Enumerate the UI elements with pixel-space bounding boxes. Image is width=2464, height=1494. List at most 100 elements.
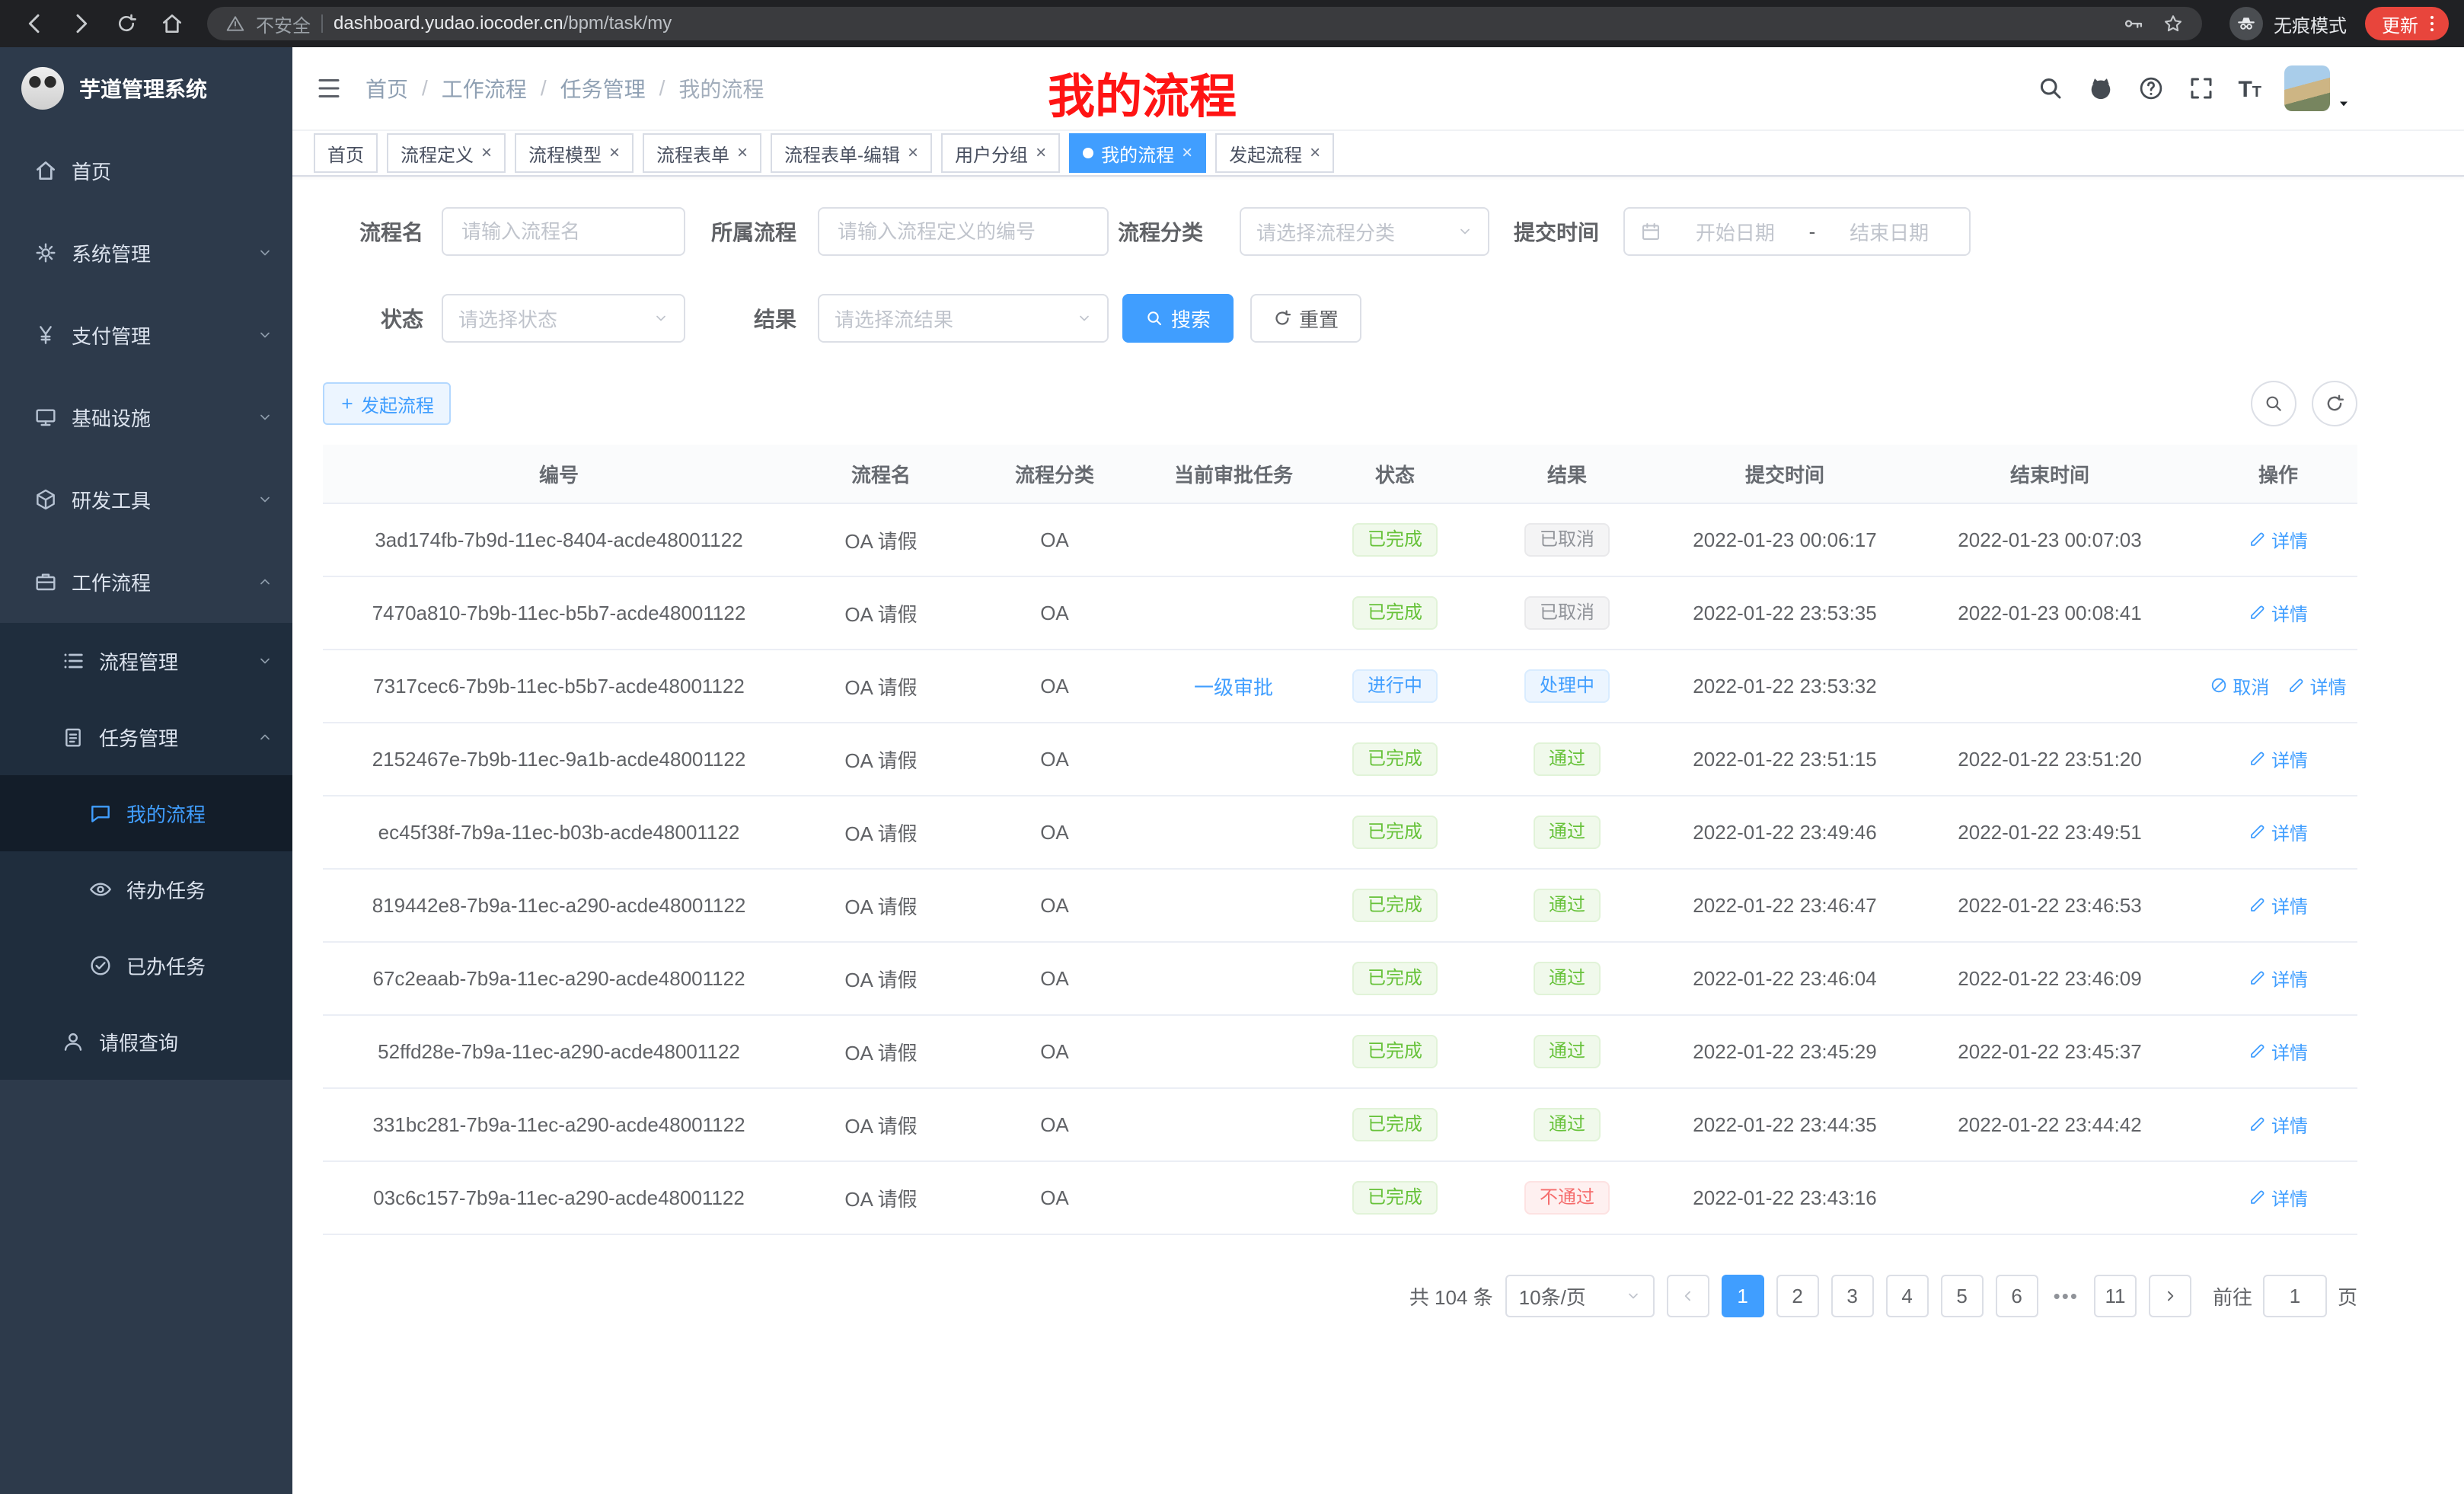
sidebar-item-process-management[interactable]: 流程管理 [0, 623, 292, 699]
fullscreen-icon[interactable] [2188, 75, 2215, 102]
goto-page-input[interactable] [2263, 1275, 2327, 1317]
detail-link[interactable]: 详情 [2249, 1111, 2308, 1138]
cell-category: OA [967, 1161, 1142, 1234]
page-button-4[interactable]: 4 [1886, 1275, 1929, 1317]
start-process-button[interactable]: 发起流程 [323, 382, 451, 425]
sidebar-toggle[interactable] [292, 75, 365, 102]
tab-process-definition[interactable]: 流程定义× [387, 133, 506, 173]
app-logo[interactable]: 芋道管理系统 [0, 47, 292, 129]
close-icon[interactable]: × [737, 144, 748, 162]
detail-link[interactable]: 详情 [2249, 526, 2308, 553]
submit-time-range-picker[interactable]: 开始日期 - 结束日期 [1623, 207, 1971, 256]
breadcrumb-item[interactable]: 工作流程 [442, 73, 560, 104]
page-button-1[interactable]: 1 [1722, 1275, 1764, 1317]
close-icon[interactable]: × [908, 144, 918, 162]
detail-link[interactable]: 详情 [2287, 672, 2347, 699]
status-select[interactable]: 请选择状态 [442, 294, 685, 343]
font-size-icon[interactable]: TT [2238, 76, 2261, 101]
more-pages-icon[interactable]: ••• [2051, 1285, 2082, 1308]
cell-task: 一级审批 [1142, 650, 1325, 723]
process-name-input[interactable] [442, 207, 685, 256]
process-def-input[interactable] [818, 207, 1109, 256]
close-icon[interactable]: × [1036, 144, 1046, 162]
browser-forward-button[interactable] [61, 4, 101, 43]
github-icon[interactable] [2087, 75, 2115, 102]
page-button-11[interactable]: 11 [2094, 1275, 2137, 1317]
detail-link[interactable]: 详情 [2249, 1038, 2308, 1065]
detail-link[interactable]: 详情 [2249, 599, 2308, 626]
page-button-3[interactable]: 3 [1831, 1275, 1874, 1317]
table-row: 819442e8-7b9a-11ec-a290-acde48001122 OA … [323, 869, 2357, 942]
sidebar-item-task-management[interactable]: 任务管理 [0, 699, 292, 775]
cell-id: 3ad174fb-7b9d-11ec-8404-acde48001122 [323, 503, 795, 576]
detail-link[interactable]: 详情 [2249, 1184, 2308, 1211]
help-icon[interactable] [2137, 75, 2165, 102]
tab-process-form-edit[interactable]: 流程表单-编辑× [771, 133, 932, 173]
refresh-table-button[interactable] [2312, 381, 2357, 426]
sidebar-item-workflow[interactable]: 工作流程 [0, 541, 292, 623]
page-button-2[interactable]: 2 [1776, 1275, 1819, 1317]
sidebar-item-system[interactable]: 系统管理 [0, 212, 292, 294]
cell-name: OA 请假 [795, 1015, 967, 1088]
page-button-5[interactable]: 5 [1941, 1275, 1984, 1317]
detail-link[interactable]: 详情 [2249, 965, 2308, 991]
table-row: 03c6c157-7b9a-11ec-a290-acde48001122 OA … [323, 1161, 2357, 1234]
close-icon[interactable]: × [1182, 144, 1192, 162]
tab-process-form[interactable]: 流程表单× [643, 133, 761, 173]
current-task-link[interactable]: 一级审批 [1194, 672, 1273, 701]
browser-update-menu-button[interactable]: 更新 [2365, 7, 2449, 40]
sidebar-item-leave-query[interactable]: 请假查询 [0, 1004, 292, 1080]
edit-icon [2249, 895, 2267, 914]
address-bar[interactable]: 不安全 dashboard.yudao.iocoder.cn/bpm/task/… [207, 7, 2202, 40]
monitor-icon [34, 405, 58, 429]
detail-link[interactable]: 详情 [2249, 745, 2308, 772]
bookmark-star-icon[interactable] [2162, 13, 2184, 34]
chat-icon [88, 801, 113, 825]
browser-back-button[interactable] [15, 4, 55, 43]
cell-id: ec45f38f-7b9a-11ec-b03b-acde48001122 [323, 796, 795, 869]
edit-icon [2249, 530, 2267, 548]
tab-my-process[interactable]: 我的流程× [1069, 133, 1206, 173]
incognito-label: 无痕模式 [2274, 11, 2347, 37]
show-search-button[interactable] [2251, 381, 2296, 426]
chevron-down-icon [1626, 1288, 1641, 1304]
user-menu[interactable] [2284, 65, 2351, 111]
page-button-6[interactable]: 6 [1996, 1275, 2038, 1317]
sidebar: 芋道管理系统 首页 系统管理 支付管理 [0, 47, 292, 1494]
password-key-icon[interactable] [2123, 13, 2144, 34]
browser-reload-button[interactable] [107, 4, 146, 43]
detail-link[interactable]: 详情 [2249, 892, 2308, 918]
category-select[interactable]: 请选择流程分类 [1240, 207, 1489, 256]
prev-page-button[interactable] [1667, 1275, 1709, 1317]
close-icon[interactable]: × [1310, 144, 1320, 162]
cell-submit-time: 2022-01-23 00:06:17 [1669, 503, 1901, 576]
cancel-link[interactable]: 取消 [2210, 672, 2269, 699]
search-icon[interactable] [2037, 75, 2064, 102]
breadcrumb-item[interactable]: 任务管理 [560, 73, 679, 104]
sidebar-item-devtools[interactable]: 研发工具 [0, 458, 292, 541]
tab-process-model[interactable]: 流程模型× [515, 133, 634, 173]
detail-link[interactable]: 详情 [2249, 819, 2308, 845]
next-page-button[interactable] [2149, 1275, 2191, 1317]
sidebar-item-my-process[interactable]: 我的流程 [0, 775, 292, 851]
sidebar-item-done-tasks[interactable]: 已办任务 [0, 927, 292, 1004]
sidebar-item-payment[interactable]: 支付管理 [0, 294, 292, 376]
table-row: 67c2eaab-7b9a-11ec-a290-acde48001122 OA … [323, 942, 2357, 1015]
tab-start-process[interactable]: 发起流程× [1215, 133, 1334, 173]
browser-home-button[interactable] [152, 4, 192, 43]
breadcrumb-item[interactable]: 首页 [365, 73, 442, 104]
sidebar-item-infrastructure[interactable]: 基础设施 [0, 376, 292, 458]
briefcase-icon [34, 570, 58, 594]
cell-end-time: 2022-01-23 00:08:41 [1901, 576, 2199, 650]
close-icon[interactable]: × [481, 144, 492, 162]
cell-category: OA [967, 650, 1142, 723]
page-size-select[interactable]: 10条/页 [1505, 1275, 1655, 1317]
result-select[interactable]: 请选择流结果 [818, 294, 1109, 343]
reset-button[interactable]: 重置 [1250, 294, 1361, 343]
sidebar-item-todo-tasks[interactable]: 待办任务 [0, 851, 292, 927]
close-icon[interactable]: × [609, 144, 620, 162]
tab-user-group[interactable]: 用户分组× [941, 133, 1060, 173]
tab-home[interactable]: 首页 [314, 133, 378, 173]
sidebar-item-home[interactable]: 首页 [0, 129, 292, 212]
search-button[interactable]: 搜索 [1122, 294, 1234, 343]
